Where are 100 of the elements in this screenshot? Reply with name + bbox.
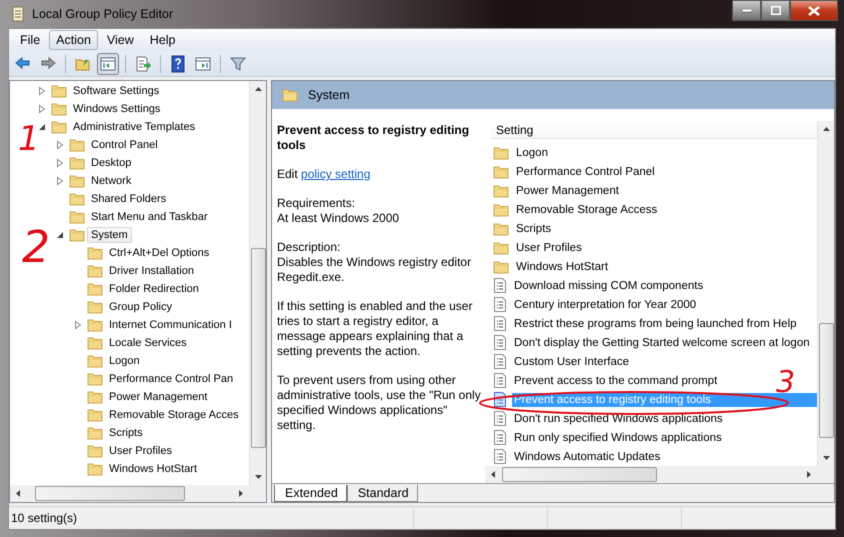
document-icon xyxy=(493,354,507,369)
tree-item[interactable]: Software Settings xyxy=(69,83,164,99)
folder-icon xyxy=(87,408,103,422)
tree-item[interactable]: User Profiles xyxy=(105,443,176,459)
menu-item[interactable]: Help xyxy=(142,30,182,50)
description-text: Requirements: At least Windows 2000 xyxy=(277,196,400,226)
folder-icon xyxy=(493,184,509,198)
list-item[interactable]: User Profiles xyxy=(514,240,584,254)
action-pane-icon xyxy=(194,54,212,72)
console-tree-icon xyxy=(99,54,117,72)
tree-item[interactable]: Ctrl+Alt+Del Options xyxy=(105,245,214,261)
list-item[interactable]: Prevent access to the command prompt xyxy=(512,374,720,388)
tree-item[interactable]: Windows HotStart xyxy=(105,461,202,477)
tree-item[interactable]: Folder Redirection xyxy=(105,281,203,297)
annotation-number: 1 xyxy=(18,119,40,159)
list-item[interactable]: Windows Automatic Updates xyxy=(512,450,662,464)
list-item[interactable]: Removable Storage Access xyxy=(514,202,660,216)
list-item[interactable]: Performance Control Panel xyxy=(514,164,657,178)
tree-item[interactable]: Power Management xyxy=(105,389,212,405)
list-item[interactable]: Run only specified Windows applications xyxy=(512,430,724,444)
menu-item[interactable]: View xyxy=(100,30,141,50)
document-icon xyxy=(493,411,507,426)
tree-item[interactable]: Windows Settings xyxy=(69,101,164,117)
menu-item[interactable]: Action xyxy=(49,30,98,50)
tree-item[interactable]: Start Menu and Taskbar xyxy=(87,209,212,225)
document-icon xyxy=(493,316,507,331)
folder-icon xyxy=(493,260,509,274)
document-icon xyxy=(493,335,507,350)
menu-item[interactable]: File xyxy=(13,30,48,50)
tab[interactable]: Standard xyxy=(346,485,418,502)
tree-item[interactable]: Logon xyxy=(105,353,144,369)
edit-label: Edit xyxy=(277,167,298,181)
tree-item[interactable]: Administrative Templates xyxy=(69,119,200,135)
folder-icon xyxy=(87,318,103,332)
tree-item[interactable]: Desktop xyxy=(87,155,136,171)
expand-icon[interactable] xyxy=(54,175,66,187)
folder-icon xyxy=(87,390,103,404)
maximize-icon xyxy=(770,6,780,15)
folder-icon xyxy=(51,120,67,134)
list-item[interactable]: Power Management xyxy=(514,184,621,198)
tree-item[interactable]: Shared Folders xyxy=(87,191,170,207)
expand-icon[interactable] xyxy=(36,85,48,97)
tree-item[interactable]: Scripts xyxy=(105,425,147,441)
scrollbar-thumb[interactable] xyxy=(502,467,657,482)
maximize-button[interactable] xyxy=(761,0,790,21)
annotation-number: 2 xyxy=(22,222,50,273)
document-icon xyxy=(493,373,507,388)
list-item[interactable]: Restrict these programs from being launched from Help xyxy=(512,316,799,330)
minimize-button[interactable] xyxy=(732,0,761,21)
policy-setting-link[interactable]: policy setting xyxy=(301,167,370,181)
folder-icon xyxy=(87,444,103,458)
tree-item[interactable]: Performance Control Pan xyxy=(105,371,238,387)
list-item[interactable]: Logon xyxy=(514,146,550,160)
tree-item[interactable]: Group Policy xyxy=(105,299,176,315)
scrollbar-thumb[interactable] xyxy=(35,486,185,501)
folder-icon xyxy=(69,174,85,188)
document-icon xyxy=(493,278,507,293)
list-item[interactable]: Century interpretation for Year 2000 xyxy=(512,298,698,312)
folder-icon xyxy=(87,336,103,350)
list-item[interactable]: Scripts xyxy=(514,222,554,236)
folder-icon xyxy=(69,192,85,206)
folder-icon xyxy=(493,146,509,160)
folder-icon xyxy=(493,202,509,216)
scrollbar-thumb[interactable] xyxy=(818,323,834,438)
tree-item[interactable]: Driver Installation xyxy=(105,263,198,279)
folder-icon xyxy=(87,462,103,476)
list-item[interactable]: Download missing COM components xyxy=(512,278,706,292)
description-text: If this setting is enabled and the user tries to start a registry editor, a message appears explaining that a setting prevents the action. xyxy=(277,299,474,359)
expand-icon[interactable] xyxy=(36,103,48,115)
setting-title: Prevent access to registry editing tools xyxy=(277,123,470,153)
document-icon xyxy=(493,430,507,445)
expand-icon[interactable] xyxy=(54,157,66,169)
folder-icon xyxy=(493,240,509,254)
list-item[interactable]: Don't run specified Windows applications xyxy=(512,412,725,426)
console-tree-button[interactable] xyxy=(97,52,119,74)
header-title: System xyxy=(308,88,350,102)
tab[interactable]: Extended xyxy=(274,485,347,502)
list-item[interactable]: Custom User Interface xyxy=(512,354,632,368)
folder-icon xyxy=(493,222,509,236)
close-button[interactable] xyxy=(790,0,838,21)
tree-item[interactable]: System xyxy=(87,227,132,243)
folder-icon xyxy=(493,164,509,178)
folder-icon xyxy=(87,354,103,368)
window-title: Local Group Policy Editor xyxy=(32,7,174,21)
folder-icon xyxy=(69,210,85,224)
folder-icon xyxy=(69,138,85,152)
tree-item[interactable]: Control Panel xyxy=(87,137,162,153)
folder-icon xyxy=(69,228,85,242)
list-item[interactable]: Don't display the Getting Started welcome screen at logon xyxy=(512,336,812,350)
list-item[interactable]: Windows HotStart xyxy=(514,260,610,274)
expand-icon[interactable] xyxy=(72,319,84,331)
tree-item[interactable]: Network xyxy=(87,173,136,189)
document-icon xyxy=(493,297,507,312)
tree-item[interactable]: Locale Services xyxy=(105,335,191,351)
tree-item[interactable]: Removable Storage Acces xyxy=(105,407,243,423)
folder-icon xyxy=(282,88,298,102)
expand-icon[interactable] xyxy=(54,139,66,151)
scrollbar-thumb[interactable] xyxy=(250,248,266,448)
tree-item[interactable]: Internet Communication I xyxy=(105,317,236,333)
status-text: 10 setting(s) xyxy=(9,507,414,529)
